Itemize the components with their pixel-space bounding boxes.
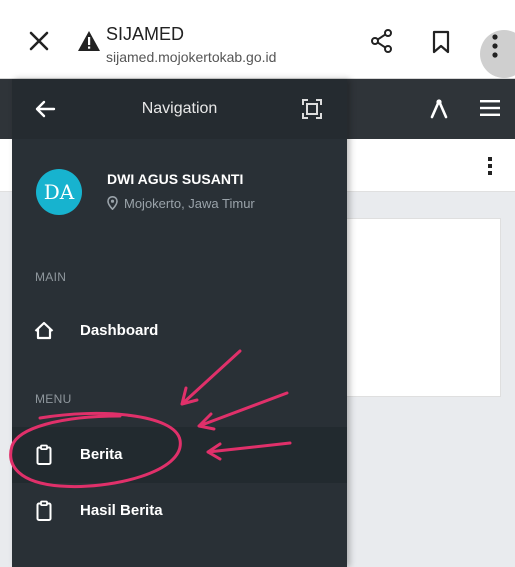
clipboard-icon — [36, 444, 52, 465]
drawer-title: Navigation — [141, 100, 218, 117]
user-location-text: Mojokerto, Jawa Timur — [124, 196, 255, 211]
bookmark-icon[interactable] — [431, 30, 451, 54]
fork-icon[interactable] — [428, 98, 450, 120]
navigation-drawer: Navigation DA DWI AGUS SUSANTI Mojokerto… — [12, 79, 347, 567]
close-icon[interactable] — [28, 30, 50, 52]
user-location: Mojokerto, Jawa Timur — [107, 196, 255, 211]
browser-toolbar: SIJAMED sijamed.mojokertokab.go.id — [0, 0, 515, 79]
hamburger-icon[interactable] — [480, 99, 500, 117]
nav-item-hasil-berita[interactable]: Hasil Berita — [12, 483, 347, 539]
nav-item-berita[interactable]: Berita — [12, 427, 347, 483]
section-label-main: MAIN — [35, 270, 67, 284]
drawer-header: Navigation — [12, 79, 347, 139]
more-vert-icon — [492, 34, 498, 58]
warning-icon — [78, 31, 100, 51]
nav-label-dashboard: Dashboard — [80, 322, 159, 339]
browser-url[interactable]: sijamed.mojokertokab.go.id — [106, 49, 276, 65]
share-icon[interactable] — [370, 29, 394, 53]
home-icon — [34, 321, 54, 340]
nav-label-berita: Berita — [80, 446, 123, 463]
avatar[interactable]: DA — [36, 169, 82, 215]
browser-page-title: SIJAMED — [106, 24, 185, 44]
user-name: DWI AGUS SUSANTI — [107, 171, 244, 187]
clipboard-icon — [36, 500, 52, 521]
section-label-menu: MENU — [35, 392, 72, 406]
more-vert-icon[interactable] — [487, 156, 493, 176]
location-pin-icon — [107, 196, 118, 210]
nav-label-hasil-berita: Hasil Berita — [80, 502, 163, 519]
nav-item-dashboard[interactable]: Dashboard — [12, 303, 347, 359]
content-card — [333, 218, 501, 397]
fullscreen-icon[interactable] — [302, 99, 322, 119]
